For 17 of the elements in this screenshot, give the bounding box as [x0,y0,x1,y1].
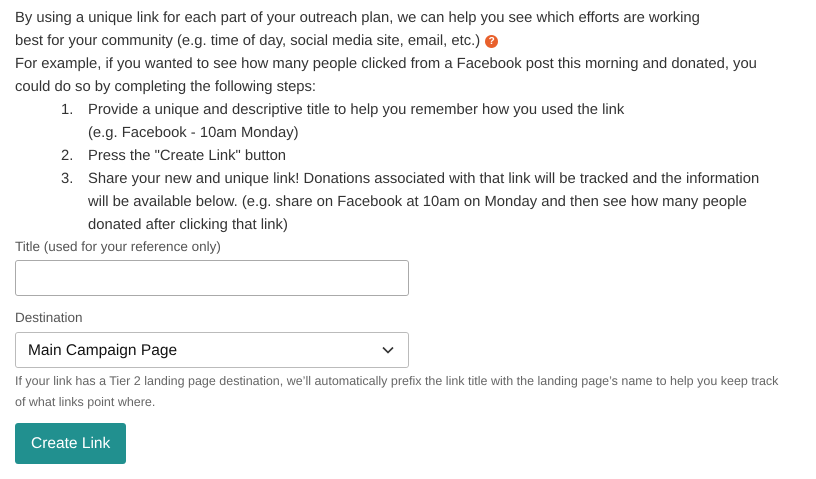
title-field[interactable] [15,260,409,296]
destination-dropdown[interactable]: Main Campaign Page [15,332,409,368]
help-icon[interactable]: ? [485,35,498,48]
chevron-down-icon [382,346,394,354]
field-label: Destination [15,309,84,327]
help-text: If your link has a Tier 2 landing page destination, we’ll automatically prefix the link title with the landing page’s name to help you keep track of what links point where. [15,373,780,411]
step-text: Press the "Create Link" button [88,147,286,166]
intro-text: best for your community (e.g. time of day, social media site, email, etc.) [15,32,480,51]
example-text: For example, if you wanted to see how many people clicked from a Facebook post this morning and donated, you could do so by completing the following steps: [15,55,758,97]
step-text: Share your new and unique link! Donations associated with that link will be tracked and the information will be available below. (e.g. share on Facebook at 10am on Monday and then see how many people donated after clicking that link) [88,170,760,235]
step-text: Provide a unique and descriptive title to help you remember how you used the link (e.g. Facebook - 10am Monday) [88,101,624,143]
intro-text: By using a unique link for each part of your outreach plan, we can help you see which efforts are working [15,9,701,28]
create-link-button[interactable]: Create Link [15,423,126,464]
step-number: 2. [61,147,74,166]
field-label: Title (used for your reference only) [15,238,222,256]
step-number: 3. [61,170,74,189]
step-number: 1. [61,101,74,120]
